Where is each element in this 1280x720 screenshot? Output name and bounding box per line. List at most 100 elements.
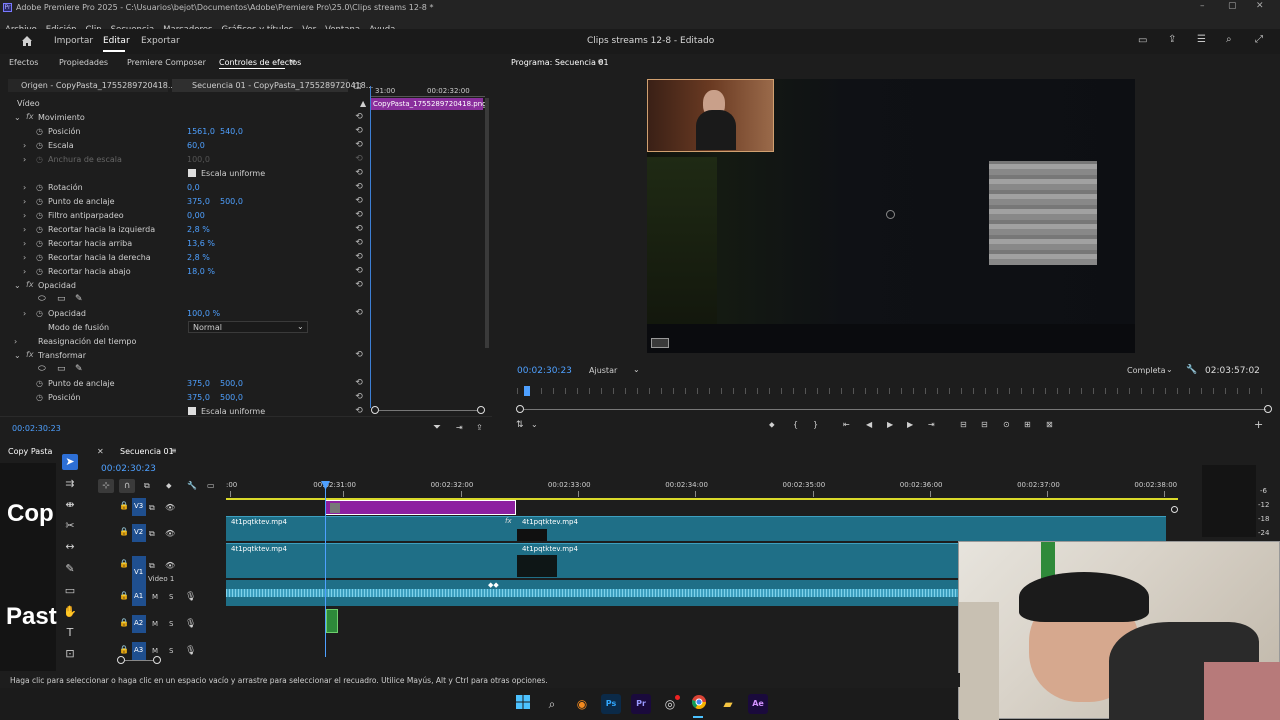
mute-button[interactable]: M: [152, 620, 158, 628]
track-target[interactable]: A3: [132, 642, 146, 660]
add-marker-icon[interactable]: ⬥: [166, 481, 172, 491]
windows-icon[interactable]: [513, 694, 533, 714]
sequence-tab[interactable]: Secuencia 01 - CopyPasta_1755289720418..…: [172, 79, 373, 92]
keyframe-icon[interactable]: ◆◆: [488, 581, 499, 589]
reset-icon[interactable]: ⟲: [354, 309, 364, 318]
program-zoom-right[interactable]: [1264, 405, 1272, 413]
timeline-timecode[interactable]: 00:02:30:23: [101, 464, 156, 474]
timeline-zoom-left[interactable]: [117, 656, 125, 664]
compare-icon[interactable]: ⊞: [1024, 420, 1031, 429]
caption-icon[interactable]: ⊡: [62, 646, 78, 662]
reasignacion-toggle[interactable]: ›: [14, 337, 17, 346]
nest-icon[interactable]: ⊹: [98, 479, 114, 493]
stopwatch-icon[interactable]: ◷: [36, 309, 43, 318]
track-target[interactable]: V1: [132, 556, 146, 590]
photoshop-icon[interactable]: Ps: [601, 694, 621, 714]
ellipse-mask-icon[interactable]: ⬭: [38, 364, 46, 374]
vertical-scroll-handle[interactable]: [1171, 506, 1178, 513]
reset-icon[interactable]: ⟲: [354, 393, 364, 402]
list-icon[interactable]: ☰: [1197, 34, 1206, 45]
zoom-bar[interactable]: [379, 410, 477, 411]
wrench-icon[interactable]: 🔧: [1186, 365, 1197, 375]
zoom-handle-right[interactable]: [477, 406, 485, 414]
project-thumb[interactable]: Cop Past: [0, 463, 57, 671]
program-zoom-bar[interactable]: [524, 409, 1266, 410]
effect-row-value-1[interactable]: 375,0: [187, 197, 210, 206]
rect-mask-icon[interactable]: ▭: [57, 364, 66, 374]
timeline-playhead[interactable]: [325, 485, 326, 657]
t-posicion-x[interactable]: 375,0: [187, 393, 210, 402]
stopwatch-icon[interactable]: ◷: [36, 127, 43, 136]
t-anclaje-y[interactable]: 500,0: [220, 379, 243, 388]
movimiento-toggle[interactable]: ⌄: [14, 113, 21, 122]
effect-row-value-2[interactable]: 500,0: [220, 197, 243, 206]
reset-icon[interactable]: ⟲: [354, 253, 364, 262]
mark-in-icon[interactable]: {: [793, 420, 798, 429]
opacidad-toggle[interactable]: ⌄: [14, 281, 21, 290]
anchor-point-icon[interactable]: [886, 210, 895, 219]
sync-lock-icon[interactable]: ⧉: [149, 529, 155, 539]
solo-button[interactable]: S: [169, 647, 173, 655]
stopwatch-icon[interactable]: ◷: [36, 379, 43, 388]
share-out-icon[interactable]: ⇪: [476, 423, 483, 432]
snap-icon[interactable]: ∩: [119, 479, 135, 493]
row-toggle[interactable]: ›: [23, 211, 26, 220]
effect-row-value-1[interactable]: 60,0: [187, 141, 205, 150]
reset-icon[interactable]: ⟲: [354, 281, 364, 290]
razor-icon[interactable]: ✂: [62, 518, 78, 534]
effect-row-value-1[interactable]: 0,00: [187, 211, 205, 220]
pasted-image[interactable]: [989, 161, 1097, 265]
reset-icon[interactable]: ⟲: [354, 351, 364, 360]
sync-lock-icon[interactable]: ⧉: [149, 561, 155, 571]
solo-button[interactable]: S: [169, 620, 173, 628]
effect-row-value-1[interactable]: 18,0 %: [187, 267, 215, 276]
timeline-zoom-right[interactable]: [153, 656, 161, 664]
tab-importar[interactable]: Importar: [54, 36, 93, 46]
close-sequence-icon[interactable]: ✕: [97, 447, 104, 456]
effect-row-value-1[interactable]: 1561,0: [187, 127, 215, 136]
play-icon[interactable]: ▶: [887, 420, 893, 429]
eye-icon[interactable]: 👁: [165, 561, 175, 570]
lock-icon[interactable]: 🔒: [119, 591, 129, 600]
tab-editar[interactable]: Editar: [103, 36, 130, 46]
row-toggle[interactable]: ›: [23, 253, 26, 262]
reset-icon[interactable]: ⟲: [354, 127, 364, 136]
reset-icon[interactable]: ⟲: [354, 155, 364, 164]
timeline-zoom-bar[interactable]: [125, 660, 153, 661]
effect-row-value-2[interactable]: 540,0: [220, 127, 243, 136]
text-icon[interactable]: T: [62, 625, 78, 641]
lock-icon[interactable]: 🔒: [119, 559, 129, 568]
effect-row-value-1[interactable]: 0,0: [187, 183, 200, 192]
export-icon[interactable]: ⇥: [456, 423, 463, 432]
v2-clip[interactable]: [226, 516, 1166, 541]
close-button[interactable]: ✕: [1256, 1, 1264, 11]
minimize-button[interactable]: –: [1200, 1, 1205, 11]
transformar-toggle[interactable]: ⌄: [14, 351, 21, 360]
stopwatch-icon[interactable]: ◷: [36, 225, 43, 234]
sequence-tab[interactable]: Secuencia 01: [120, 447, 174, 456]
maximize-button[interactable]: ▢: [1228, 1, 1237, 11]
program-dropdown-icon[interactable]: ⌄: [531, 420, 538, 429]
extract-icon[interactable]: ⊟: [981, 420, 988, 429]
lock-icon[interactable]: 🔒: [119, 618, 129, 627]
lock-icon[interactable]: 🔒: [119, 501, 129, 510]
mute-button[interactable]: M: [152, 647, 158, 655]
go-to-in-icon[interactable]: ⇤: [843, 420, 850, 429]
linked-icon[interactable]: ⧉: [144, 481, 150, 491]
camera-icon[interactable]: ⊙: [1003, 420, 1010, 429]
zoom-icon[interactable]: ⌕: [1226, 34, 1232, 45]
lift-icon[interactable]: ⊟: [960, 420, 967, 429]
t-anclaje-x[interactable]: 375,0: [187, 379, 210, 388]
lock-icon[interactable]: 🔒: [119, 527, 129, 536]
reset-icon[interactable]: ⟲: [354, 267, 364, 276]
marker-icon[interactable]: ⬥: [769, 420, 775, 430]
a2-clip[interactable]: [326, 609, 338, 633]
sync-lock-icon[interactable]: ⧉: [149, 503, 155, 513]
program-zoom-left[interactable]: [516, 405, 524, 413]
step-forward-icon[interactable]: ▶: [907, 420, 913, 429]
mark-out-icon[interactable]: }: [813, 420, 818, 429]
eye-icon[interactable]: 👁: [165, 503, 175, 512]
share-icon[interactable]: ⇪: [1168, 34, 1176, 45]
mini-playhead[interactable]: [370, 86, 371, 408]
settings-wrench-icon[interactable]: 🔧: [187, 481, 197, 490]
